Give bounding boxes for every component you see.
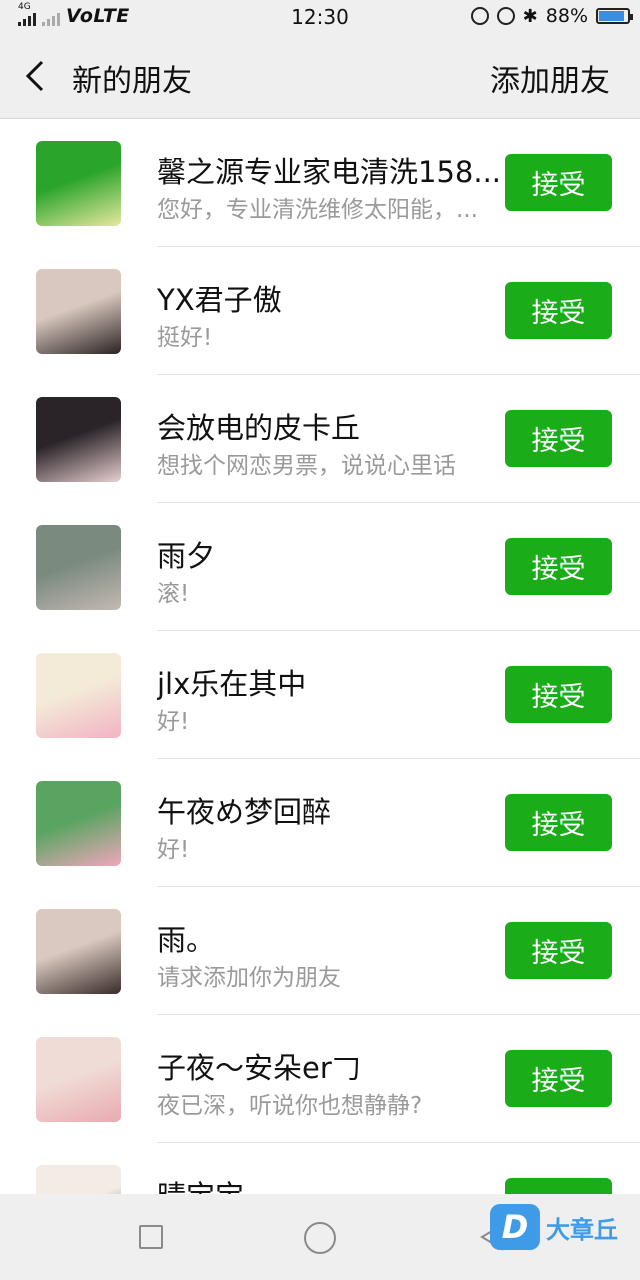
status-bar: 4G VoLTE 12:30 ✱ 88% [0,0,640,34]
request-message: 您好，专业清洗维修太阳能，... [157,197,478,223]
accept-button[interactable]: 接受 [505,1050,612,1107]
friend-name: 馨之源专业家电清洗158... [157,155,501,189]
battery-percent: 88% [545,5,588,27]
request-message: 好! [157,837,190,863]
home-button[interactable] [304,1222,336,1254]
avatar[interactable] [36,141,121,226]
accept-button[interactable]: 接受 [505,154,612,211]
friend-name: jlx乐在其中 [157,667,307,701]
accept-button[interactable]: 接受 [505,538,612,595]
watermark-logo: D 大章丘 [490,1204,618,1250]
request-message: 滚! [157,581,190,607]
navigation-bar: D 大章丘 [0,1194,640,1280]
request-message: 好! [157,709,190,735]
back-arrow-icon[interactable] [20,58,56,94]
friend-name: 午夜め梦回醉 [157,795,332,829]
header-bar: 新的朋友 添加朋友 [0,34,640,119]
battery-icon [596,8,633,24]
lock-rotation-icon [470,7,489,25]
friend-name: 会放电的皮卡丘 [157,411,361,445]
accept-button[interactable]: 接受 [505,794,612,851]
accept-button[interactable]: 接受 [505,282,612,339]
add-friend-button[interactable]: 添加朋友 [490,56,610,100]
accept-button[interactable]: 接受 [505,922,612,979]
friend-request-row[interactable]: YX君子傲挺好! 接受 [0,247,640,375]
friend-name: 雨夕 [157,539,216,573]
friend-request-row[interactable]: 馨之源专业家电清洗158... 您好，专业清洗维修太阳能，... 接受 [0,119,640,247]
request-message: 夜已深，听说你也想静静? [157,1093,423,1119]
friend-request-row[interactable]: 会放电的皮卡丘想找个网恋男票，说说心里话 接受 [0,375,640,503]
avatar[interactable] [36,1037,121,1122]
friend-name: YX君子傲 [157,283,282,317]
watermark-badge: D [490,1204,540,1250]
friend-name: 雨。 [157,923,216,957]
friend-request-row[interactable]: 雨。请求添加你为朋友 接受 [0,887,640,1015]
request-message: 挺好! [157,325,213,351]
bluetooth-icon: ✱ [522,5,538,27]
avatar[interactable] [36,525,121,610]
friend-request-row[interactable]: 雨夕滚! 接受 [0,503,640,631]
request-message: 请求添加你为朋友 [157,965,341,991]
page-title: 新的朋友 [72,64,192,99]
watermark-text: 大章丘 [546,1215,618,1244]
friend-request-row[interactable]: jlx乐在其中好! 接受 [0,631,640,759]
avatar[interactable] [36,653,121,738]
avatar[interactable] [36,269,121,354]
friend-request-row[interactable]: 午夜め梦回醉好! 接受 [0,759,640,887]
avatar[interactable] [36,397,121,482]
recent-apps-button[interactable] [139,1225,163,1249]
accept-button[interactable]: 接受 [505,666,612,723]
request-message: 想找个网恋男票，说说心里话 [157,453,456,479]
avatar[interactable] [36,781,121,866]
accept-button[interactable]: 接受 [505,410,612,467]
alarm-icon [496,7,515,25]
friend-request-list: 馨之源专业家电清洗158... 您好，专业清洗维修太阳能，... 接受 YX君子傲 挺好… [0,119,640,1271]
avatar[interactable] [36,909,121,994]
friend-name: 子夜～安朵er𠃌 [157,1051,361,1085]
friend-request-row[interactable]: 子夜～安朵er𠃌 夜已深，听说你也想静静? 接受 [0,1015,640,1143]
